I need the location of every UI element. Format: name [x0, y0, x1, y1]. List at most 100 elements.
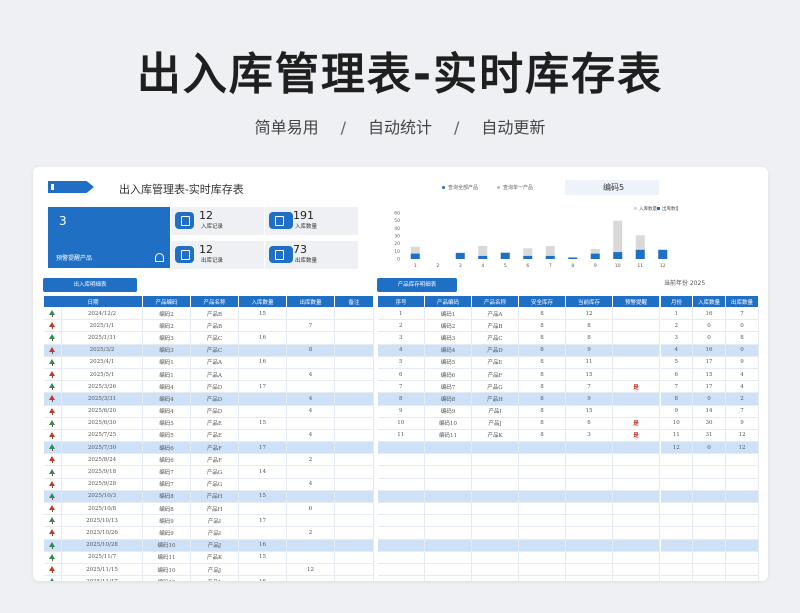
code-cell: 编码5 [142, 429, 192, 443]
legend-query-single[interactable]: 查询单一产品 [497, 184, 533, 191]
safe-stock-cell [518, 514, 566, 528]
in-qty-cell [238, 429, 288, 443]
remark-cell [334, 380, 375, 394]
tree-green-icon [49, 492, 56, 500]
bell-icon [155, 253, 164, 262]
code-cell: 编码10 [142, 539, 192, 552]
y-tick-label: 40 [394, 226, 400, 232]
warning-cell [612, 331, 660, 345]
table-row: 5 编码5 产品E 8 11 [377, 356, 660, 369]
bar-out-qty [478, 255, 488, 259]
month-cell: 4 [660, 344, 693, 357]
box-icon [269, 212, 293, 229]
name-cell [471, 441, 519, 455]
y-tick-label: 50 [394, 218, 400, 224]
legend-label-in: 入库数量 [639, 205, 657, 212]
table-row: 6 15 4 [660, 368, 759, 382]
index-cell: 11 [377, 429, 425, 443]
remark-cell [334, 563, 375, 577]
index-cell [377, 490, 425, 504]
name-cell: 产品D [190, 405, 240, 418]
header-cell: 产品编码 [142, 295, 192, 308]
name-cell [471, 539, 519, 552]
month-cell: 5 [660, 356, 693, 369]
code-cell [424, 478, 472, 491]
tree-red-icon [49, 346, 56, 354]
table-row: 2025/10/26 编码9 产品I 2 [43, 526, 375, 540]
bar-out-qty [635, 249, 645, 259]
direction-cell [43, 344, 62, 357]
table-row: 2025/3/31 编码4 产品D 4 [43, 392, 375, 406]
legend-query-all[interactable]: 查询全部产品 [442, 184, 478, 191]
in-qty-cell [692, 490, 726, 504]
table-row [660, 539, 759, 552]
kpi-warning-card: 3 预警提醒产品 [48, 207, 170, 268]
current-stock-cell: 11 [565, 356, 613, 369]
table-row: 2025/9/18 编码7 产品G 14 [43, 465, 375, 479]
out-qty-cell [286, 380, 336, 394]
header-cell: 出库数量 [286, 295, 336, 308]
code-cell: 编码6 [142, 453, 192, 467]
tree-red-icon [49, 529, 56, 537]
code-cell: 编码7 [142, 478, 192, 491]
safe-stock-cell: 8 [518, 331, 566, 345]
name-cell [471, 478, 519, 491]
in-qty-cell: 17 [238, 441, 288, 455]
direction-cell [43, 551, 62, 564]
in-qty-cell: 17 [692, 380, 726, 394]
code-cell: 编码8 [142, 490, 192, 504]
current-stock-cell: 7 [565, 380, 613, 394]
kpi-out-records-card: 12 出库记录 [171, 241, 264, 269]
in-qty-cell: 0 [692, 331, 726, 345]
date-cell: 2025/6/20 [61, 405, 144, 418]
name-cell: 产品H [190, 502, 240, 516]
x-tick-label: 7 [549, 263, 552, 269]
in-qty-cell: 15 [238, 490, 288, 504]
month-cell [660, 453, 693, 467]
tag-auto-update: 自动更新 [481, 118, 546, 137]
out-qty-cell: 4 [286, 392, 336, 406]
out-qty-cell: 0 [725, 344, 759, 357]
remark-cell [334, 514, 375, 528]
warning-cell [612, 526, 660, 540]
index-cell: 2 [377, 319, 425, 333]
kpi-out-qty-value: 73 [293, 243, 307, 256]
inout-detail-button[interactable]: 出入库明细表 [43, 278, 137, 292]
out-qty-cell [286, 551, 336, 564]
index-cell: 8 [377, 392, 425, 406]
direction-cell [43, 319, 62, 333]
out-qty-cell: 12 [286, 563, 336, 577]
table-row [377, 514, 660, 528]
tree-green-icon [49, 334, 56, 342]
table-row: 8 编码8 产品H 8 9 [377, 392, 660, 406]
in-qty-cell: 17 [238, 380, 288, 394]
header-cell: 入库数量 [238, 295, 288, 308]
index-cell [377, 441, 425, 455]
direction-cell [43, 502, 62, 516]
current-stock-cell [565, 453, 613, 467]
current-stock-cell [565, 526, 613, 540]
table-row [377, 465, 660, 479]
remark-cell [334, 429, 375, 443]
legend-swatch-out [657, 207, 660, 210]
safe-stock-cell [518, 563, 566, 577]
out-qty-cell: 2 [286, 526, 336, 540]
table-row [660, 502, 759, 516]
table-row: 802 [660, 392, 759, 406]
code-cell: 编码1 [142, 368, 192, 382]
warning-cell [612, 539, 660, 552]
date-cell: 2025/11/7 [61, 551, 144, 564]
name-cell: 产品F [471, 368, 519, 382]
current-stock-cell: 6 [565, 417, 613, 430]
bar-out-qty [590, 253, 600, 259]
tree-red-icon [49, 407, 56, 415]
warning-cell [612, 368, 660, 382]
table-row: 1 16 7 [660, 307, 759, 321]
name-cell [471, 575, 519, 581]
out-qty-cell: 9 [725, 356, 759, 369]
inout-detail-table: 日期 产品编码 产品名称 入库数量 出库数量 备注 2024/12/2 编码2 产品B 15 20… [42, 295, 375, 581]
product-code-select[interactable]: 编码5 [565, 180, 659, 195]
monthly-summary-table: 月份 入库数量 出库数量 1 16 7 2 0 0 3 0 8 4 16 0 5 17 9 6 15 4 7 17 4 8 0 2… [660, 295, 759, 581]
stock-detail-button[interactable]: 产品库存明细表 [377, 278, 457, 292]
kpi-warning-label: 预警提醒产品 [56, 255, 93, 262]
